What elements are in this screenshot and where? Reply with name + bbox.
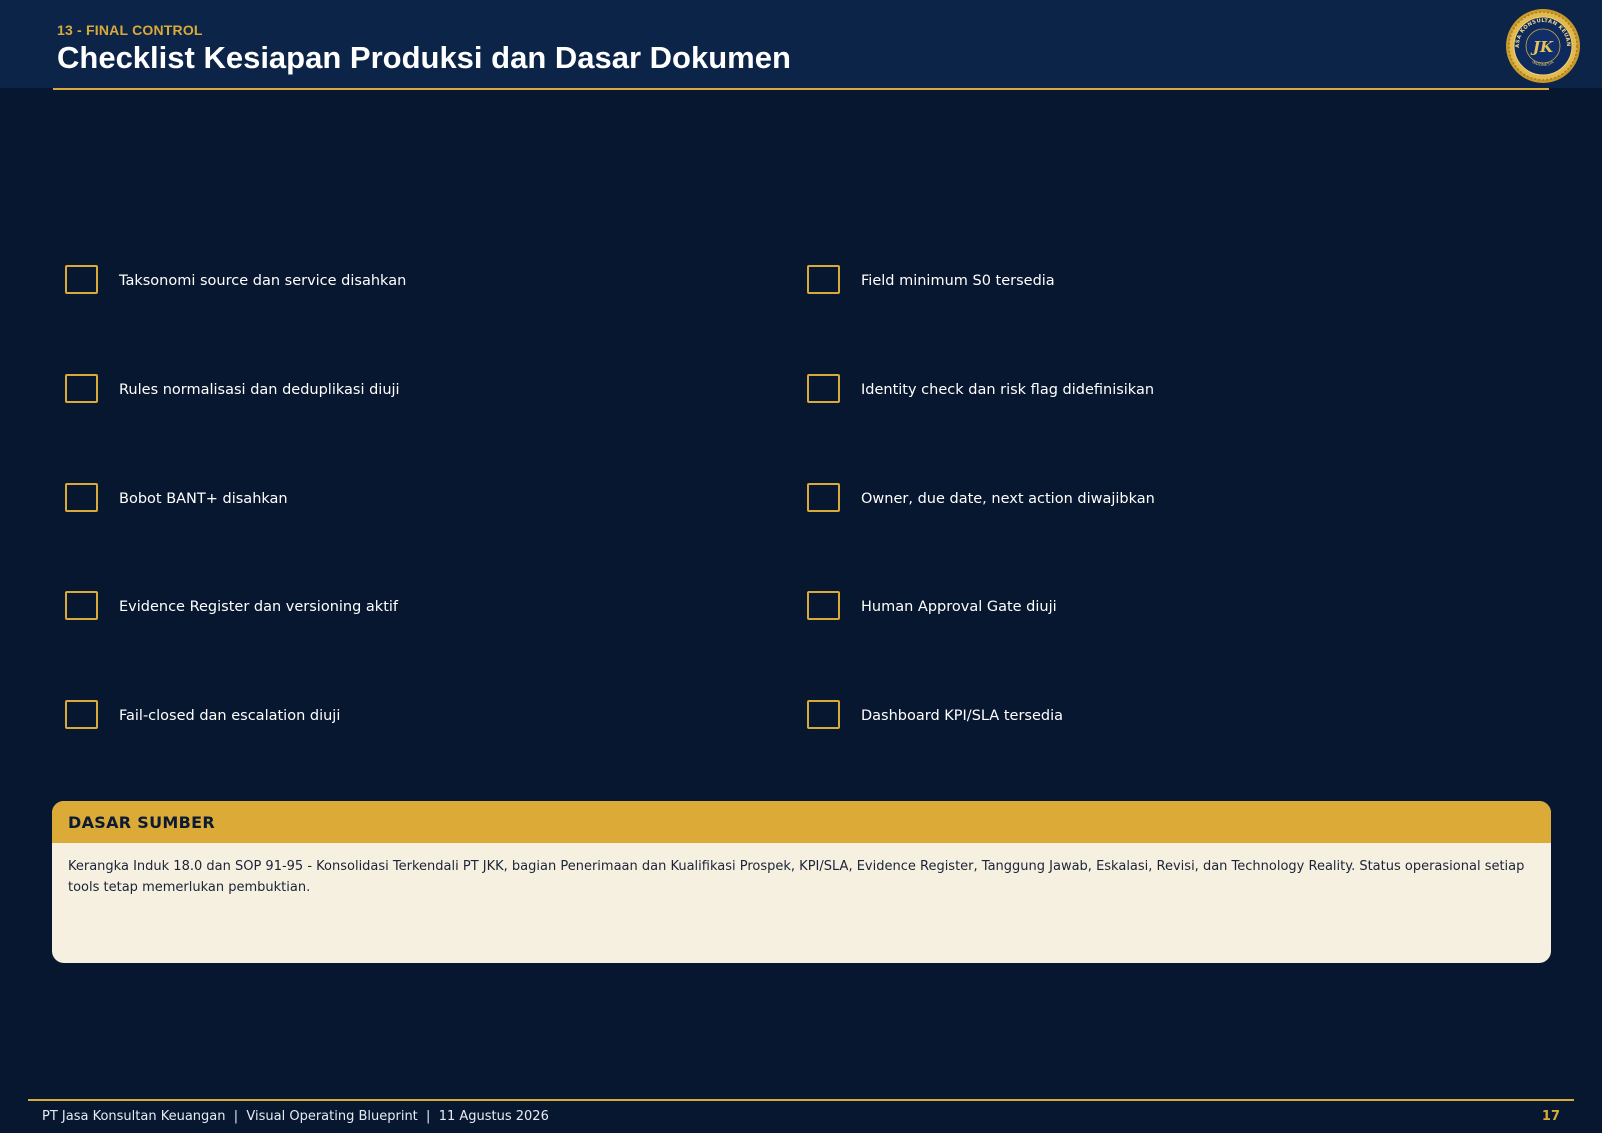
checkbox[interactable] <box>807 373 840 403</box>
checklist-item[interactable]: Taksonomi source dan service disahkan <box>65 262 406 296</box>
readiness-checklist: Taksonomi source dan service disahkan Ru… <box>0 0 1602 780</box>
footer-text: PT Jasa Konsultan Keuangan | Visual Oper… <box>42 1109 549 1124</box>
checklist-item-label: Owner, due date, next action diwajibkan <box>861 491 1155 507</box>
checklist-item[interactable]: Human Approval Gate diuji <box>807 588 1057 622</box>
checkbox[interactable] <box>807 590 840 620</box>
checklist-item[interactable]: Dashboard KPI/SLA tersedia <box>807 697 1063 731</box>
checklist-item[interactable]: Evidence Register dan versioning aktif <box>65 588 398 622</box>
checklist-item[interactable]: Rules normalisasi dan deduplikasi diuji <box>65 371 400 405</box>
checklist-item-label: Evidence Register dan versioning aktif <box>119 599 399 615</box>
checkbox[interactable] <box>65 590 98 620</box>
page-number: 17 <box>1541 1109 1560 1124</box>
checklist-item-label: Human Approval Gate diuji <box>861 599 1057 615</box>
checkbox[interactable] <box>807 264 840 294</box>
source-basis-panel: DASAR SUMBER Kerangka Induk 18.0 dan SOP… <box>52 801 1551 963</box>
checklist-item[interactable]: Bobot BANT+ disahkan <box>65 480 288 514</box>
checklist-item[interactable]: Identity check dan risk flag didefinisik… <box>807 371 1154 405</box>
checkbox[interactable] <box>807 699 840 729</box>
checklist-item[interactable]: Owner, due date, next action diwajibkan <box>807 480 1155 514</box>
checklist-item-label: Fail-closed dan escalation diuji <box>119 708 341 724</box>
checklist-item-label: Bobot BANT+ disahkan <box>119 491 288 507</box>
checklist-item-label: Field minimum S0 tersedia <box>861 273 1055 289</box>
checkbox[interactable] <box>65 264 98 294</box>
footer-divider <box>28 1099 1574 1101</box>
checklist-item-label: Dashboard KPI/SLA tersedia <box>861 708 1063 724</box>
source-panel-body: Kerangka Induk 18.0 dan SOP 91-95 - Kons… <box>68 859 1525 895</box>
checkbox[interactable] <box>65 373 98 403</box>
checkbox[interactable] <box>65 482 98 512</box>
checklist-item[interactable]: Fail-closed dan escalation diuji <box>65 697 340 731</box>
checklist-item-label: Taksonomi source dan service disahkan <box>119 273 407 289</box>
checkbox[interactable] <box>65 699 98 729</box>
checklist-item-label: Rules normalisasi dan deduplikasi diuji <box>119 382 400 398</box>
checkbox[interactable] <box>807 482 840 512</box>
checklist-item-label: Identity check dan risk flag didefinisik… <box>861 382 1155 398</box>
checklist-item[interactable]: Field minimum S0 tersedia <box>807 262 1055 296</box>
source-panel-title: DASAR SUMBER <box>52 801 1551 843</box>
